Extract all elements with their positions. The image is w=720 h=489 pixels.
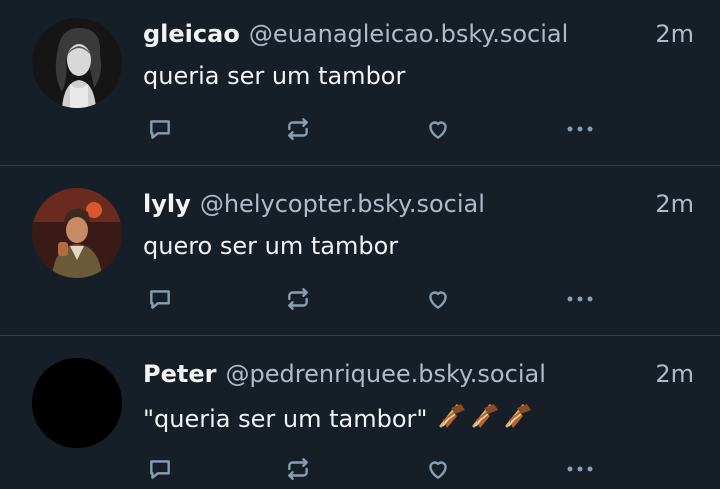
post-header: Peter @pedrenriquee.bsky.social 2m xyxy=(143,360,694,396)
post-text: quero ser um tambor xyxy=(143,232,399,260)
repost-icon xyxy=(288,118,308,140)
display-name[interactable]: Peter xyxy=(143,360,216,388)
repost-button[interactable] xyxy=(281,452,315,486)
more-icon xyxy=(567,296,593,302)
handle[interactable]: @pedrenriquee.bsky.social xyxy=(226,360,546,388)
post-actions xyxy=(143,282,603,316)
reply-icon xyxy=(150,460,170,479)
timestamp[interactable]: 2m xyxy=(655,20,694,48)
more-button[interactable] xyxy=(563,112,597,146)
display-name[interactable]: gleicao xyxy=(143,20,240,48)
like-button[interactable] xyxy=(421,452,455,486)
more-icon xyxy=(567,466,593,472)
avatar[interactable] xyxy=(32,358,122,448)
avatar-black-icon xyxy=(32,358,122,448)
repost-icon xyxy=(288,288,308,310)
more-button[interactable] xyxy=(563,452,597,486)
repost-button[interactable] xyxy=(281,282,315,316)
display-name[interactable]: lyly xyxy=(143,190,191,218)
handle[interactable]: @euanagleicao.bsky.social xyxy=(249,20,568,48)
drum-emoji xyxy=(437,402,533,438)
post-actions xyxy=(143,452,603,486)
reply-button[interactable] xyxy=(143,452,177,486)
repost-button[interactable] xyxy=(281,112,315,146)
post-actions xyxy=(143,112,603,146)
like-button[interactable] xyxy=(421,282,455,316)
post-text-content: "queria ser um tambor" xyxy=(143,405,428,433)
handle[interactable]: @helycopter.bsky.social xyxy=(200,190,485,218)
avatar[interactable] xyxy=(32,188,122,278)
reply-icon xyxy=(150,120,170,139)
repost-icon xyxy=(288,458,308,480)
timestamp[interactable]: 2m xyxy=(655,190,694,218)
reply-button[interactable] xyxy=(143,282,177,316)
avatar-bw-portrait-icon xyxy=(32,18,122,108)
more-icon xyxy=(567,126,593,132)
reply-icon xyxy=(150,290,170,309)
like-button[interactable] xyxy=(421,112,455,146)
more-button[interactable] xyxy=(563,282,597,316)
feed-post[interactable]: Peter @pedrenriquee.bsky.social 2m "quer… xyxy=(0,336,720,489)
feed-post[interactable]: lyly @helycopter.bsky.social 2m quero se… xyxy=(0,166,720,336)
avatar[interactable] xyxy=(32,18,122,108)
heart-icon xyxy=(429,121,447,139)
drum-icon xyxy=(439,402,533,430)
heart-icon xyxy=(429,291,447,309)
post-feed: gleicao @euanagleicao.bsky.social 2m que… xyxy=(0,0,720,489)
post-text: "queria ser um tambor" xyxy=(143,402,533,438)
heart-icon xyxy=(429,461,447,479)
post-text: queria ser um tambor xyxy=(143,62,406,90)
feed-post[interactable]: gleicao @euanagleicao.bsky.social 2m que… xyxy=(0,0,720,166)
reply-button[interactable] xyxy=(143,112,177,146)
timestamp[interactable]: 2m xyxy=(655,360,694,388)
avatar-color-photo-icon xyxy=(32,188,122,278)
post-header: gleicao @euanagleicao.bsky.social 2m xyxy=(143,20,694,56)
post-header: lyly @helycopter.bsky.social 2m xyxy=(143,190,694,226)
